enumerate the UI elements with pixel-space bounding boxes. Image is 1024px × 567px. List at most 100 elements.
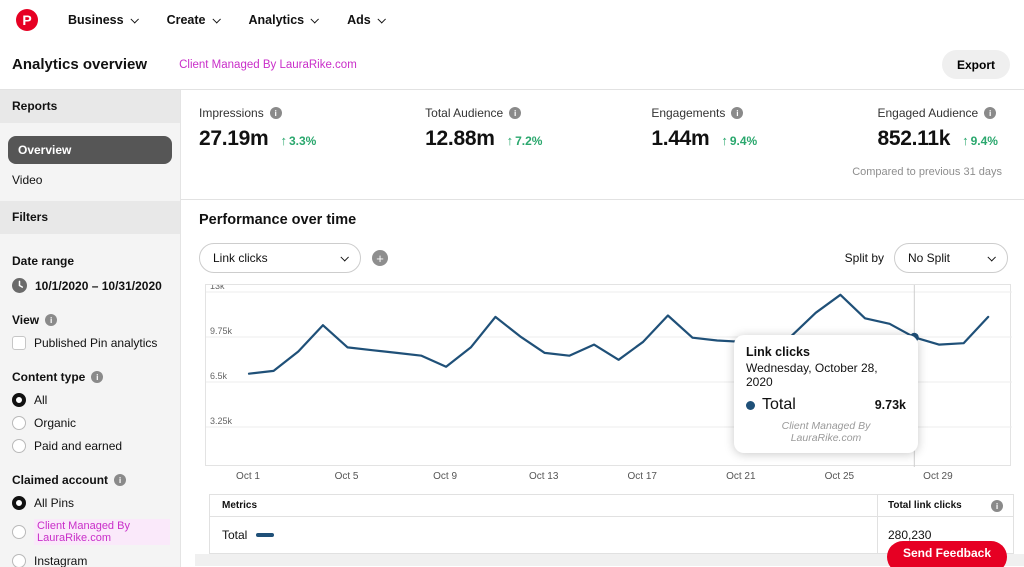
checkbox-icon	[12, 336, 26, 350]
performance-chart[interactable]: 13k9.75k6.5k3.25k Link clicks Wednesday,…	[205, 284, 1011, 484]
chart-controls: Link clicks + Split by No Split	[199, 243, 1024, 273]
radio-content-all[interactable]: All	[12, 393, 170, 407]
nav-item-business[interactable]: Business	[68, 13, 137, 27]
svg-text:9.75k: 9.75k	[210, 326, 233, 336]
radio-icon	[12, 439, 26, 453]
page-title: Analytics overview	[12, 56, 147, 73]
radio-content-paid-earned[interactable]: Paid and earned	[12, 439, 170, 453]
x-axis-tick-label: Oct 17	[628, 471, 657, 482]
metric-value: 27.19m	[199, 127, 268, 151]
performance-section: Performance over time Link clicks + Spli…	[181, 200, 1024, 566]
tooltip-value: 9.73k	[875, 398, 906, 412]
radio-icon	[12, 525, 26, 539]
nav-item-create[interactable]: Create	[167, 13, 219, 27]
reports-section-header: Reports	[0, 90, 180, 123]
send-feedback-button[interactable]: Send Feedback	[887, 541, 1007, 567]
radio-selected-icon	[12, 496, 26, 510]
chart-x-axis-labels: Oct 1Oct 5Oct 9Oct 13Oct 17Oct 21Oct 25O…	[205, 466, 1011, 484]
performance-title: Performance over time	[199, 212, 1024, 228]
split-dropdown[interactable]: No Split	[894, 243, 1008, 273]
checkbox-published-pin-analytics[interactable]: Published Pin analytics	[12, 336, 170, 350]
x-axis-tick-label: Oct 1	[236, 471, 260, 482]
metrics-summary: Impressionsi 27.19m ↑3.3% Total Audience…	[181, 90, 1024, 200]
claimed-account-filter-label: Claimed account i	[12, 473, 170, 487]
add-metric-button[interactable]: +	[372, 250, 388, 266]
chevron-down-icon	[311, 15, 319, 23]
metric-delta: ↑9.4%	[721, 133, 757, 148]
radio-content-organic[interactable]: Organic	[12, 416, 170, 430]
page-header: Analytics overview Client Managed By Lau…	[0, 40, 1024, 90]
pinterest-logo-icon[interactable]: P	[16, 9, 38, 31]
date-range-value[interactable]: 10/1/2020 – 10/31/2020	[12, 278, 170, 293]
chevron-down-icon	[130, 15, 138, 23]
info-icon[interactable]: i	[731, 107, 743, 119]
svg-text:6.5k: 6.5k	[210, 371, 228, 381]
clock-icon	[12, 278, 27, 293]
sidebar-item-overview[interactable]: Overview	[8, 136, 172, 164]
sidebar: Reports Overview Video Filters Date rang…	[0, 90, 181, 567]
chevron-down-icon	[212, 15, 220, 23]
nav-item-label: Create	[167, 13, 206, 27]
chevron-down-icon	[987, 253, 995, 261]
metric-value: 12.88m	[425, 127, 494, 151]
radio-all-pins[interactable]: All Pins	[12, 496, 170, 510]
nav-item-analytics[interactable]: Analytics	[249, 13, 318, 27]
comparison-note: Compared to previous 31 days	[852, 166, 1002, 178]
info-icon[interactable]: i	[91, 371, 103, 383]
filters-section-header: Filters	[0, 201, 180, 234]
nav-item-label: Ads	[347, 13, 371, 27]
date-range-label: Date range	[12, 254, 170, 268]
radio-icon	[12, 554, 26, 567]
radio-client-managed[interactable]: Client Managed By LauraRike.com	[12, 519, 170, 545]
x-axis-tick-label: Oct 21	[726, 471, 755, 482]
x-axis-tick-label: Oct 5	[335, 471, 359, 482]
metric-card-impressions: Impressionsi 27.19m ↑3.3%	[199, 106, 425, 199]
table-cell-metric: Total	[210, 517, 877, 553]
nav-item-ads[interactable]: Ads	[347, 13, 384, 27]
table-header-total-link-clicks: Total link clicks i	[877, 495, 1013, 516]
nav-item-label: Business	[68, 13, 124, 27]
export-button[interactable]: Export	[942, 50, 1010, 79]
info-icon[interactable]: i	[984, 107, 996, 119]
up-arrow-icon: ↑	[721, 133, 728, 148]
metric-card-engagements: Engagementsi 1.44m ↑9.4%	[651, 106, 877, 199]
metric-value: 1.44m	[651, 127, 709, 151]
table-header-metrics: Metrics	[210, 495, 877, 516]
metric-dropdown[interactable]: Link clicks	[199, 243, 361, 273]
content-type-filter-label: Content type i	[12, 370, 170, 384]
metric-delta: ↑3.3%	[280, 133, 316, 148]
account-badge: Client Managed By LauraRike.com	[179, 59, 357, 71]
metric-card-engaged-audience: Engaged Audiencei 852.11k ↑9.4%	[877, 106, 998, 199]
chevron-down-icon	[340, 253, 348, 261]
tooltip-series-name: Total	[762, 396, 796, 414]
metric-delta: ↑9.4%	[962, 133, 998, 148]
top-nav: P Business Create Analytics Ads	[0, 0, 1024, 40]
radio-selected-icon	[12, 393, 26, 407]
radio-icon	[12, 416, 26, 430]
info-icon[interactable]: i	[509, 107, 521, 119]
view-filter-label: View i	[12, 313, 170, 327]
series-dot-icon	[746, 401, 755, 410]
svg-text:3.25k: 3.25k	[210, 416, 233, 426]
up-arrow-icon: ↑	[280, 133, 287, 148]
tooltip-title: Link clicks	[746, 345, 906, 359]
tooltip-date: Wednesday, October 28, 2020	[746, 361, 906, 389]
main-content: Impressionsi 27.19m ↑3.3% Total Audience…	[181, 90, 1024, 567]
chart-plot-area[interactable]: 13k9.75k6.5k3.25k Link clicks Wednesday,…	[205, 284, 1011, 466]
chart-tooltip: Link clicks Wednesday, October 28, 2020 …	[734, 335, 918, 453]
pinterest-analytics-page: P Business Create Analytics Ads Analytic…	[0, 0, 1024, 567]
chevron-down-icon	[377, 15, 385, 23]
metric-value: 852.11k	[877, 127, 950, 151]
x-axis-tick-label: Oct 29	[923, 471, 952, 482]
series-color-swatch	[256, 533, 274, 537]
info-icon[interactable]: i	[270, 107, 282, 119]
x-axis-tick-label: Oct 13	[529, 471, 558, 482]
up-arrow-icon: ↑	[507, 133, 514, 148]
sidebar-item-video[interactable]: Video	[8, 164, 172, 189]
tooltip-footnote: Client Managed By LauraRike.com	[746, 420, 906, 444]
radio-instagram[interactable]: Instagram	[12, 554, 170, 567]
x-axis-tick-label: Oct 25	[825, 471, 854, 482]
info-icon[interactable]: i	[991, 500, 1003, 512]
info-icon[interactable]: i	[114, 474, 126, 486]
info-icon[interactable]: i	[45, 314, 57, 326]
